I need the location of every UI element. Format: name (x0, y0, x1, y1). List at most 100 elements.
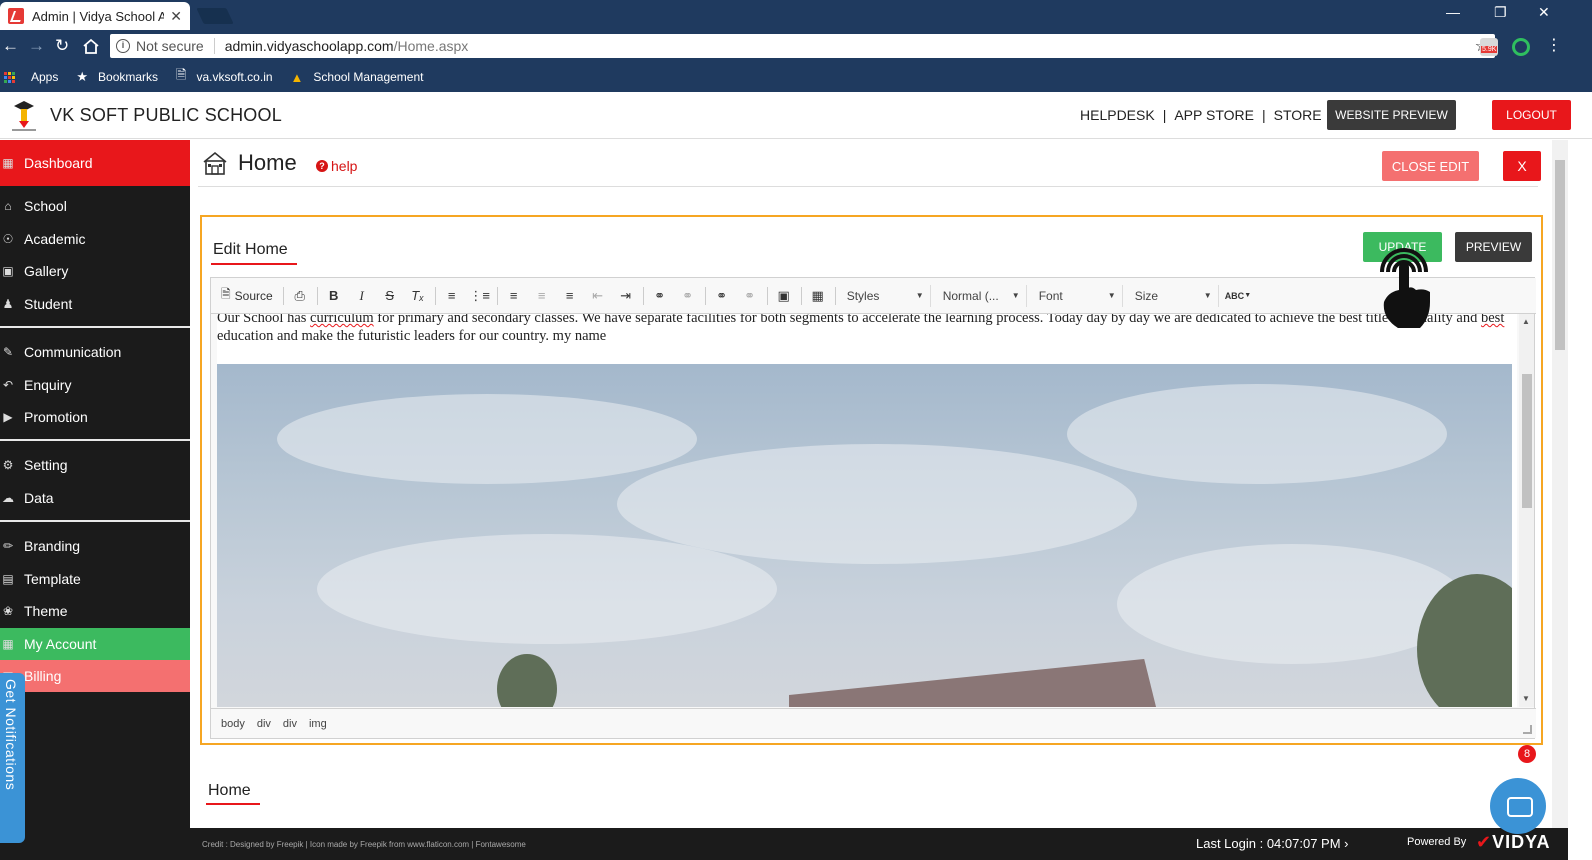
restore-icon[interactable]: ❐ (1494, 4, 1507, 21)
home-browser-icon[interactable] (82, 38, 100, 54)
photo-cloud (317, 534, 777, 644)
sidebar-item-billing[interactable]: ▤ Billing (0, 660, 190, 692)
sidebar-item-enquiry[interactable]: ↶ Enquiry (0, 369, 190, 401)
window-close-icon[interactable]: ✕ (1538, 4, 1550, 21)
sidebar-item-gallery[interactable]: ▣ Gallery (0, 255, 190, 287)
close-x-button[interactable]: X (1503, 151, 1541, 181)
help-link[interactable]: ? help (316, 158, 357, 174)
numbered-list-icon[interactable]: ≡ (441, 285, 463, 307)
app-store-link[interactable]: APP STORE (1174, 107, 1254, 123)
new-tab-button[interactable] (196, 8, 234, 24)
bold-icon[interactable]: B (323, 285, 345, 307)
omnibox[interactable]: i Not secure admin.vidyaschoolapp.com/Ho… (110, 34, 1495, 58)
align-right-icon[interactable]: ≡ (559, 285, 581, 307)
sidebar-item-promotion[interactable]: ▶ Promotion (0, 401, 190, 433)
sidebar-item-label: Theme (24, 603, 68, 619)
preview-button[interactable]: PREVIEW (1455, 232, 1532, 262)
indent-icon[interactable]: ⇥ (615, 285, 637, 307)
back-arrow-icon[interactable]: ← (2, 36, 19, 56)
school-building-photo[interactable] (217, 364, 1512, 707)
store-link[interactable]: STORE (1274, 107, 1322, 123)
font-dropdown[interactable]: Font ▼ (1033, 284, 1123, 307)
sidebar-divider (0, 326, 190, 328)
path-item[interactable]: div (283, 718, 297, 730)
sidebar-item-my-account[interactable]: ▦ My Account (0, 628, 190, 660)
url-host: admin.vidyaschoolapp.com (224, 38, 394, 54)
unlink-icon[interactable]: ⚭ (677, 285, 699, 307)
bookmark-apps[interactable]: Apps (4, 70, 58, 84)
sidebar-item-branding[interactable]: ✏ Branding (0, 530, 190, 562)
scroll-up-icon[interactable]: ▲ (1522, 317, 1530, 326)
resize-handle-icon[interactable] (1523, 725, 1532, 734)
page-scrollbar[interactable] (1552, 140, 1568, 845)
chevron-down-icon: ▼ (1011, 291, 1020, 300)
align-center-icon[interactable]: ≡ (531, 285, 553, 307)
sidebar-item-setting[interactable]: ⚙ Setting (0, 449, 190, 481)
path-item[interactable]: img (309, 718, 327, 730)
sidebar-item-dashboard[interactable]: ▦ Dashboard (0, 140, 190, 186)
info-icon[interactable]: i (116, 39, 130, 53)
grammar-count-badge[interactable]: 8 (1518, 745, 1536, 763)
sidebar-item-label: Gallery (24, 263, 69, 279)
spellcheck-icon[interactable]: ABC ▼ (1225, 285, 1251, 307)
link-icon[interactable]: ⚭ (649, 285, 671, 307)
remove-format-icon[interactable]: Tₓ (407, 285, 429, 307)
tab-close-icon[interactable]: ✕ (170, 8, 182, 25)
toolbar-separator (704, 286, 706, 305)
size-dropdown[interactable]: Size ▼ (1129, 284, 1219, 307)
outdent-icon[interactable]: ⇤ (587, 285, 609, 307)
minimize-icon[interactable]: — (1446, 4, 1460, 20)
anchor-unlink-icon[interactable]: ⚭ (739, 285, 761, 307)
path-item[interactable]: div (257, 718, 271, 730)
url-text[interactable]: admin.vidyaschoolapp.com/Home.aspx (215, 38, 469, 54)
source-button[interactable]: 🗎 Source (217, 285, 277, 307)
editor-content-area[interactable]: Our School has curriculum for primary an… (217, 314, 1517, 707)
browser-tab[interactable]: Admin | Vidya School Ap ✕ (0, 2, 190, 30)
browser-menu-icon[interactable]: ⋮ (1546, 36, 1562, 56)
extension-mail-icon[interactable]: 5.9K (1480, 38, 1498, 56)
print-icon[interactable]: ⎙ (289, 285, 311, 307)
chat-widget-button[interactable] (1490, 778, 1546, 834)
close-edit-button[interactable]: CLOSE EDIT (1382, 151, 1479, 181)
grammarly-icon[interactable] (1512, 38, 1530, 56)
vidya-brand-text: VIDYA (1492, 832, 1551, 852)
sidebar-item-communication[interactable]: ✎ Communication (0, 336, 190, 368)
bulleted-list-icon[interactable]: ⋮≡ (469, 285, 491, 307)
toolbar-separator (834, 286, 836, 305)
format-dropdown[interactable]: Normal (... ▼ (937, 284, 1027, 307)
get-notifications-tab[interactable]: Get Notifications (0, 673, 25, 843)
forward-arrow-icon[interactable]: → (28, 36, 45, 56)
apps-grid-icon (4, 71, 15, 83)
editor-scrollbar[interactable]: ▲ ▼ (1519, 314, 1534, 707)
helpdesk-link[interactable]: HELPDESK (1080, 107, 1155, 123)
reply-icon: ↶ (2, 378, 14, 392)
path-item[interactable]: body (221, 718, 245, 730)
reload-icon[interactable]: ↻ (55, 36, 69, 56)
sidebar-item-data[interactable]: ☁ Data (0, 482, 190, 514)
bookmark-bookmarks[interactable]: ★ Bookmarks (76, 69, 158, 85)
bookmark-school-management[interactable]: ▲ School Management (291, 70, 424, 85)
italic-icon[interactable]: I (351, 285, 373, 307)
website-preview-button[interactable]: WEBSITE PREVIEW (1327, 100, 1456, 130)
scrollbar-thumb[interactable] (1522, 374, 1532, 508)
bookmark-label: va.vksoft.co.in (196, 70, 273, 84)
styles-dropdown[interactable]: Styles ▼ (841, 284, 931, 307)
bookmark-label: Apps (31, 70, 59, 84)
sidebar-item-school[interactable]: ⌂ School (0, 190, 190, 222)
sidebar-item-theme[interactable]: ❀ Theme (0, 595, 190, 627)
table-icon[interactable]: ▦ (807, 285, 829, 307)
image-insert-icon[interactable]: ▣ (773, 285, 795, 307)
sidebar-item-student[interactable]: ♟ Student (0, 288, 190, 320)
align-left-icon[interactable]: ≡ (503, 285, 525, 307)
help-label: help (331, 158, 358, 174)
page-scrollbar-thumb[interactable] (1555, 160, 1565, 350)
bookmark-vksoft[interactable]: 🗎 va.vksoft.co.in (176, 66, 272, 88)
sidebar-item-template[interactable]: ▤ Template (0, 563, 190, 595)
scroll-down-icon[interactable]: ▼ (1522, 694, 1530, 703)
anchor-link-icon[interactable]: ⚭ (711, 285, 733, 307)
last-login-text: Last Login : 04:07:07 PM (1196, 836, 1341, 851)
student-icon: ♟ (2, 297, 14, 311)
strikethrough-icon[interactable]: S (379, 285, 401, 307)
sidebar-item-academic[interactable]: ☉ Academic (0, 223, 190, 255)
logout-button[interactable]: LOGOUT (1492, 100, 1571, 130)
